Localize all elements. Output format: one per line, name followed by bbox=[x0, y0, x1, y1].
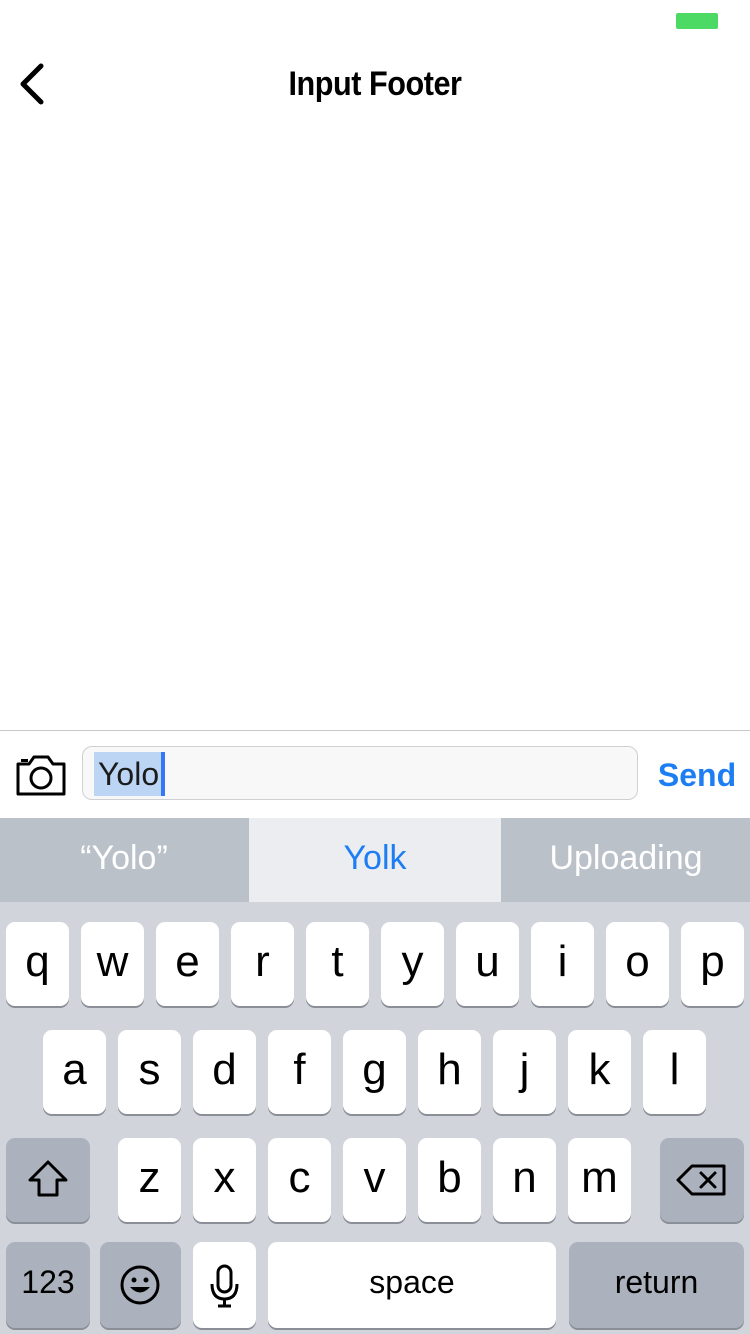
key-u[interactable]: u bbox=[456, 922, 519, 1006]
key-w[interactable]: w bbox=[81, 922, 144, 1006]
key-l[interactable]: l bbox=[643, 1030, 706, 1114]
shift-icon bbox=[28, 1160, 68, 1197]
key-b[interactable]: b bbox=[418, 1138, 481, 1222]
numbers-key[interactable]: 123 bbox=[6, 1242, 90, 1328]
message-input-text: Yolo bbox=[94, 752, 162, 796]
key-y[interactable]: y bbox=[381, 922, 444, 1006]
key-d[interactable]: d bbox=[193, 1030, 256, 1114]
emoji-key[interactable] bbox=[100, 1242, 181, 1328]
key-p[interactable]: p bbox=[681, 922, 744, 1006]
send-button[interactable]: Send bbox=[650, 748, 744, 802]
page-title: Input Footer bbox=[288, 65, 462, 103]
camera-button[interactable] bbox=[14, 752, 68, 798]
key-q[interactable]: q bbox=[6, 922, 69, 1006]
key-a[interactable]: a bbox=[43, 1030, 106, 1114]
text-cursor bbox=[161, 752, 165, 796]
key-t[interactable]: t bbox=[306, 922, 369, 1006]
message-input[interactable] bbox=[82, 746, 638, 800]
back-button[interactable] bbox=[10, 58, 54, 110]
suggestion-literal[interactable]: “Yolo” bbox=[0, 818, 248, 902]
battery-indicator bbox=[676, 13, 718, 29]
key-n[interactable]: n bbox=[493, 1138, 556, 1222]
key-i[interactable]: i bbox=[531, 922, 594, 1006]
suggestion-primary[interactable]: Yolk bbox=[249, 818, 501, 902]
key-c[interactable]: c bbox=[268, 1138, 331, 1222]
delete-key[interactable] bbox=[660, 1138, 744, 1222]
microphone-icon bbox=[210, 1264, 239, 1308]
key-s[interactable]: s bbox=[118, 1030, 181, 1114]
shift-key[interactable] bbox=[6, 1138, 90, 1222]
key-g[interactable]: g bbox=[343, 1030, 406, 1114]
key-e[interactable]: e bbox=[156, 922, 219, 1006]
key-v[interactable]: v bbox=[343, 1138, 406, 1222]
key-j[interactable]: j bbox=[493, 1030, 556, 1114]
key-m[interactable]: m bbox=[568, 1138, 631, 1222]
suggestion-alternate[interactable]: Uploading bbox=[502, 818, 750, 902]
key-z[interactable]: z bbox=[118, 1138, 181, 1222]
return-key[interactable]: return bbox=[569, 1242, 744, 1328]
camera-icon bbox=[16, 755, 66, 796]
dictation-key[interactable] bbox=[193, 1242, 256, 1328]
key-o[interactable]: o bbox=[606, 922, 669, 1006]
key-f[interactable]: f bbox=[268, 1030, 331, 1114]
space-key[interactable]: space bbox=[268, 1242, 556, 1328]
key-h[interactable]: h bbox=[418, 1030, 481, 1114]
keyboard: q w e r t y u i o p a s d f g h j k l z … bbox=[0, 902, 750, 1334]
emoji-icon bbox=[120, 1265, 160, 1305]
chevron-left-icon bbox=[20, 63, 44, 105]
key-r[interactable]: r bbox=[231, 922, 294, 1006]
backspace-icon bbox=[676, 1164, 726, 1196]
key-x[interactable]: x bbox=[193, 1138, 256, 1222]
key-k[interactable]: k bbox=[568, 1030, 631, 1114]
